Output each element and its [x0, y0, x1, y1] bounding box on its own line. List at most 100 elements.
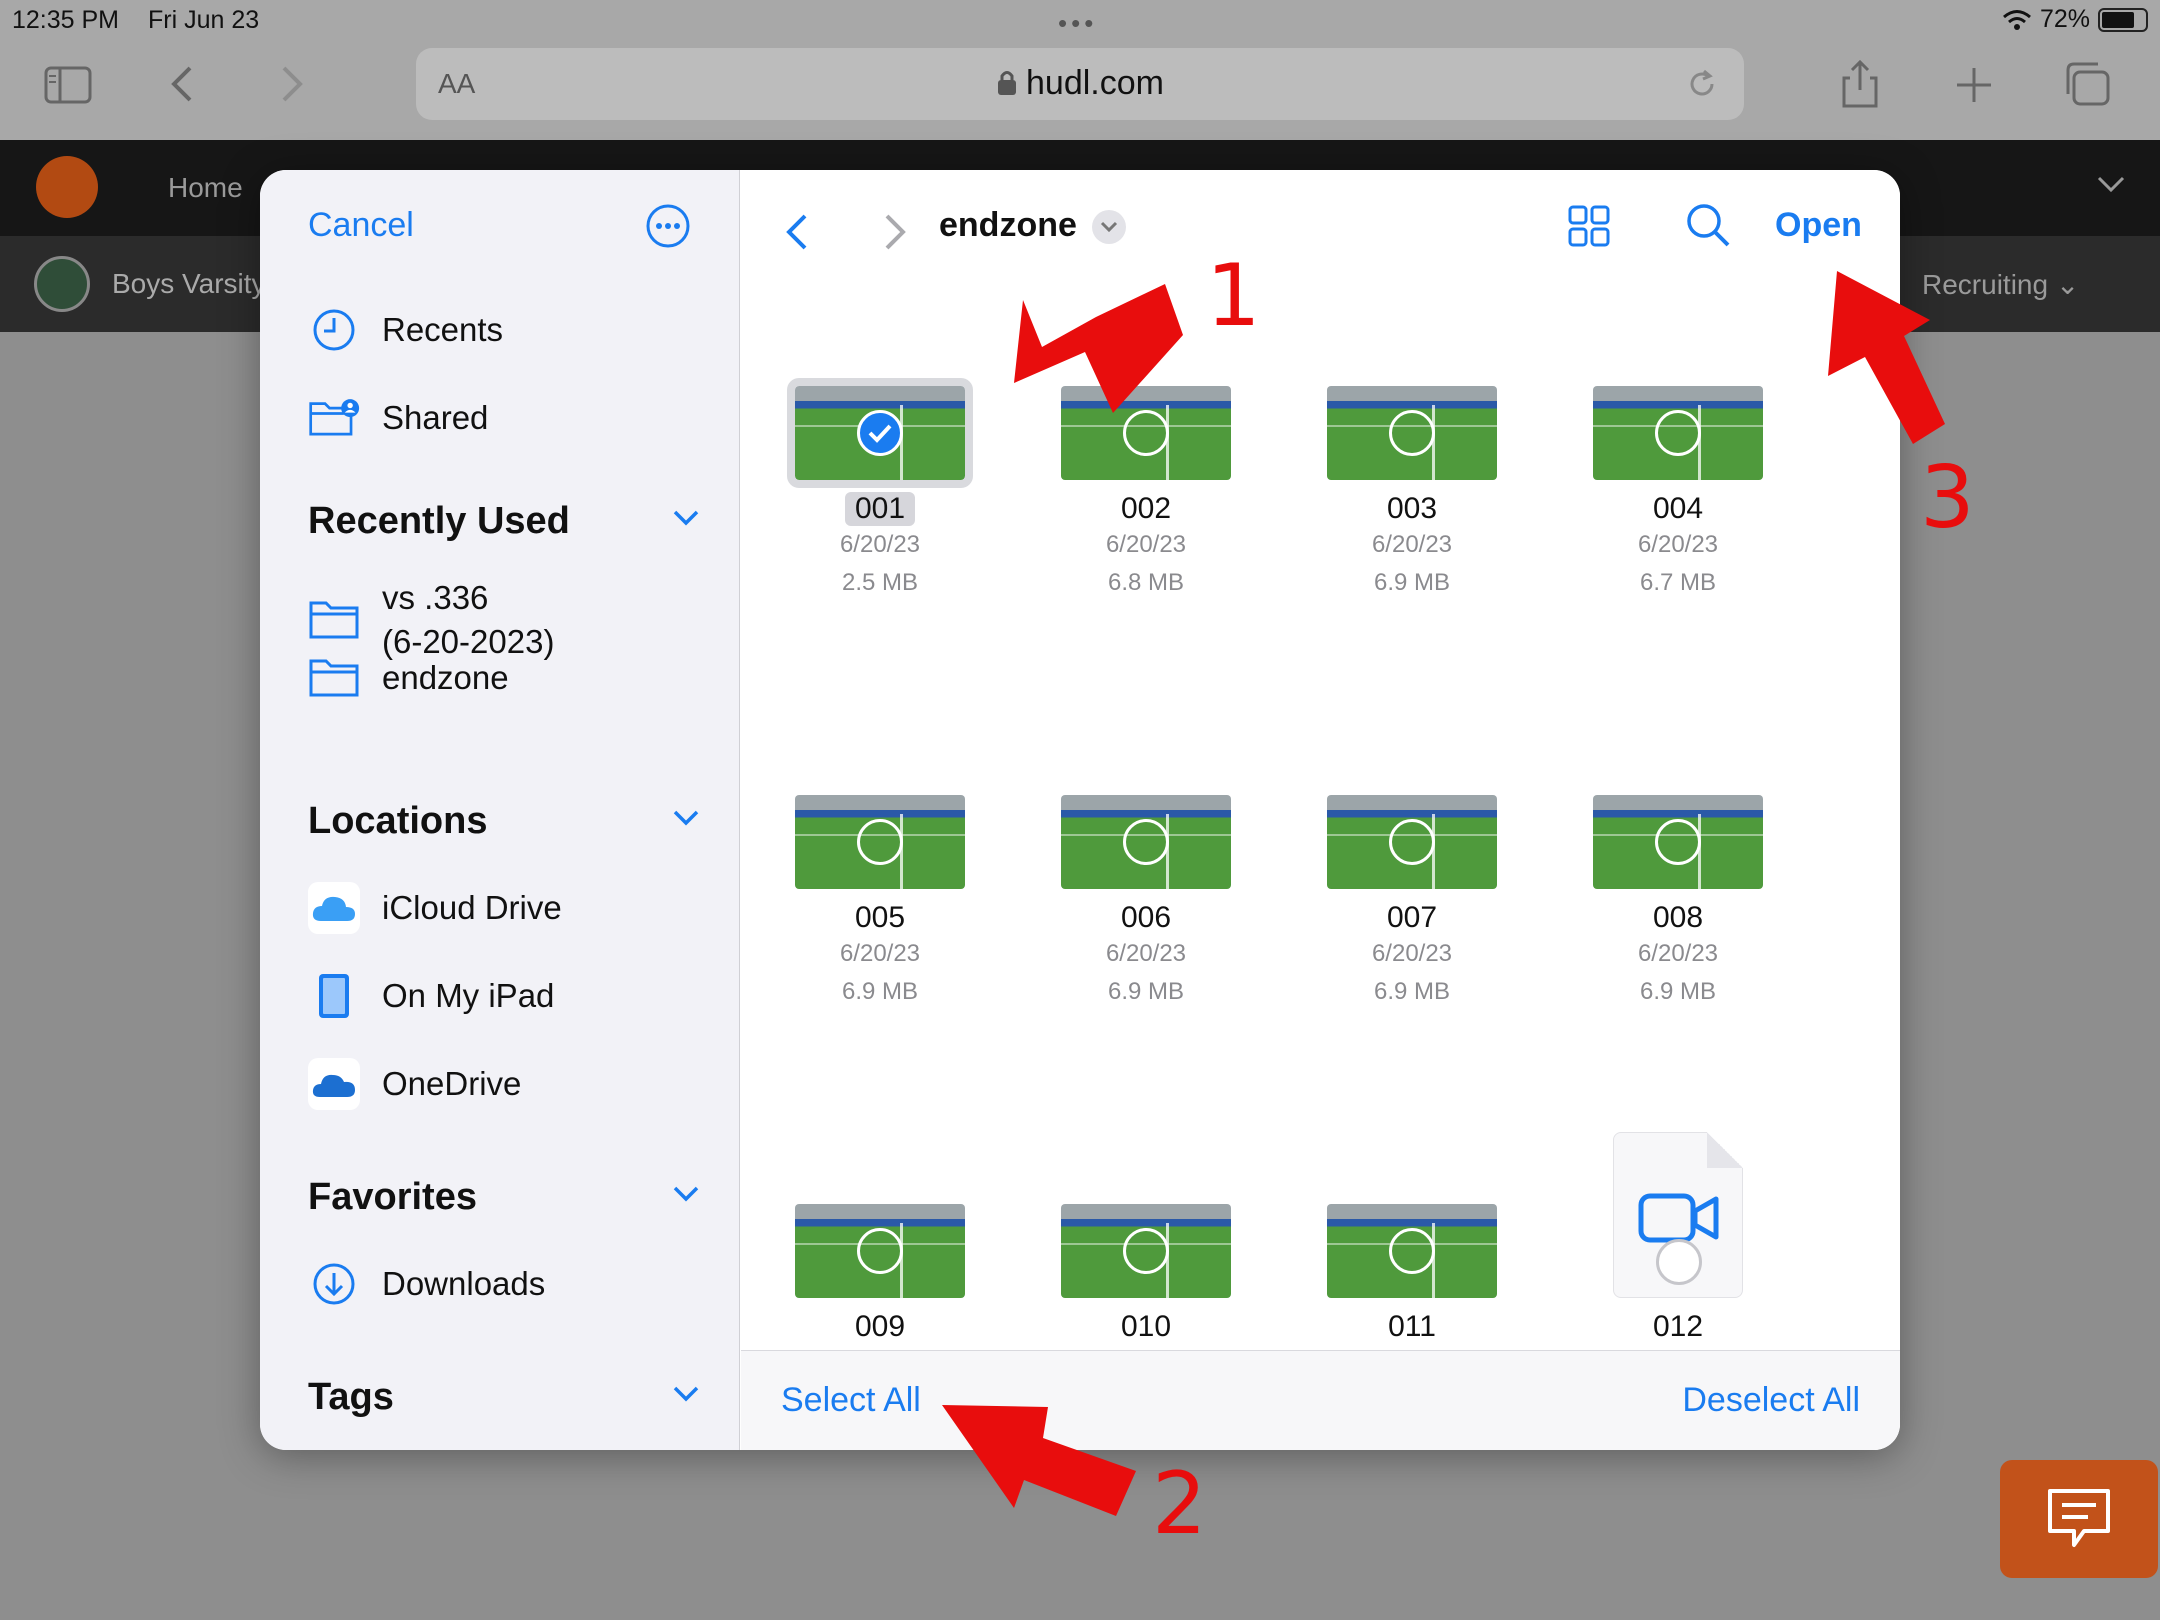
selection-checkbox[interactable] [1389, 410, 1435, 456]
back-icon[interactable] [779, 210, 815, 254]
sidebar-item-onedrive[interactable]: OneDrive [308, 1058, 521, 1110]
selection-checkbox[interactable] [1655, 410, 1701, 456]
search-icon[interactable] [1685, 202, 1731, 248]
file-item[interactable]: 007 6/20/23 6.9 MB [1302, 795, 1522, 1011]
sidebar-item-label: OneDrive [382, 1065, 522, 1102]
section-header-favorites[interactable]: Favorites [308, 1176, 700, 1219]
folder-menu-button[interactable] [1092, 210, 1126, 244]
file-name: 010 [1120, 1310, 1172, 1343]
sidebar-item-downloads[interactable]: Downloads [308, 1258, 545, 1310]
section-header-tags[interactable]: Tags [308, 1376, 700, 1419]
selection-checkbox[interactable] [1655, 819, 1701, 865]
back-icon[interactable] [156, 60, 212, 108]
team-name[interactable]: Boys Varsity [112, 268, 266, 300]
file-name: 011 [1388, 1310, 1436, 1343]
sidebar-item-vs-336[interactable]: vs .336 (6-20-2023) [308, 576, 554, 664]
file-item[interactable]: 003 6/20/23 6.9 MB [1302, 386, 1522, 602]
file-item[interactable]: 012 [1568, 1132, 1788, 1344]
chevron-down-icon[interactable] [2096, 174, 2126, 194]
address-bar[interactable]: AA hudl.com [416, 48, 1744, 120]
cancel-button[interactable]: Cancel [308, 206, 414, 245]
new-tab-icon[interactable] [1946, 60, 2002, 108]
file-item[interactable]: 002 6/20/23 6.8 MB [1036, 386, 1256, 602]
file-item[interactable]: 001 6/20/23 2.5 MB [770, 378, 990, 602]
select-all-button[interactable]: Select All [781, 1381, 921, 1420]
selection-checkbox[interactable] [857, 819, 903, 865]
status-date: Fri Jun 23 [147, 6, 260, 34]
file-size: 6.7 MB [1639, 569, 1717, 596]
file-item[interactable]: 004 6/20/23 6.7 MB [1568, 386, 1788, 602]
file-date: 6/20/23 [1637, 940, 1719, 967]
forward-icon[interactable] [877, 210, 913, 254]
chevron-down-icon[interactable] [672, 1184, 700, 1204]
selection-checkbox[interactable] [1123, 410, 1169, 456]
file-item[interactable]: 009 [770, 1204, 990, 1344]
sidebar-toggle-icon[interactable] [40, 60, 96, 108]
hudl-logo[interactable] [36, 156, 98, 218]
ipad-icon [308, 970, 360, 1022]
section-title: Recently Used [308, 500, 570, 542]
video-thumbnail [1593, 386, 1763, 480]
selection-checkbox[interactable] [857, 410, 903, 456]
recruiting-menu[interactable]: Recruiting ⌄ [1922, 268, 2079, 301]
download-icon [308, 1258, 360, 1310]
deselect-all-button[interactable]: Deselect All [1682, 1381, 1860, 1420]
file-size: 6.9 MB [841, 978, 919, 1005]
tabs-overview-icon[interactable] [2060, 60, 2116, 108]
shared-folder-icon [308, 392, 360, 444]
chat-button[interactable] [2000, 1460, 2158, 1578]
selection-checkbox[interactable] [1123, 819, 1169, 865]
video-thumbnail [1061, 795, 1231, 889]
more-options-icon[interactable] [644, 202, 692, 250]
safari-toolbar: 12:35 PM Fri Jun 23 ••• 72% AA hudl.com [0, 0, 2160, 140]
file-item[interactable]: 010 [1036, 1204, 1256, 1344]
selection-checkbox[interactable] [1389, 819, 1435, 865]
sidebar-item-shared[interactable]: Shared [308, 392, 488, 444]
open-button[interactable]: Open [1775, 206, 1862, 245]
section-header-locations[interactable]: Locations [308, 800, 700, 843]
file-date: 6/20/23 [1105, 531, 1187, 558]
forward-icon[interactable] [262, 60, 318, 108]
annotation-number-2: 2 [1152, 1454, 1207, 1554]
hudl-home-link[interactable]: Home [168, 172, 243, 204]
file-date: 6/20/23 [1371, 531, 1453, 558]
annotation-number-1: 1 [1206, 246, 1261, 346]
selection-checkbox[interactable] [1656, 1239, 1702, 1285]
sidebar-item-icloud-drive[interactable]: iCloud Drive [308, 882, 562, 934]
file-browser-pane: endzone Open 001 6/20/23 2.5 MB 002 6/20… [741, 170, 1900, 1450]
icloud-icon [308, 882, 360, 934]
file-item[interactable]: 008 6/20/23 6.9 MB [1568, 795, 1788, 1011]
sidebar-item-endzone[interactable]: endzone [308, 652, 509, 704]
file-picker-dialog: Cancel Recents Shared Recently Used vs .… [260, 170, 1900, 1450]
grid-view-icon[interactable] [1567, 204, 1611, 248]
file-item[interactable]: 005 6/20/23 6.9 MB [770, 795, 990, 1011]
url-host-text: hudl.com [1026, 64, 1164, 102]
section-header-recently-used[interactable]: Recently Used [308, 500, 700, 543]
chevron-down-icon[interactable] [672, 808, 700, 828]
video-thumbnail [1593, 795, 1763, 889]
file-date: 6/20/23 [1637, 531, 1719, 558]
sidebar-item-on-my-ipad[interactable]: On My iPad [308, 970, 554, 1022]
reload-icon[interactable] [1684, 66, 1720, 102]
file-item[interactable]: 006 6/20/23 6.9 MB [1036, 795, 1256, 1011]
battery-icon [2098, 7, 2148, 32]
video-thumbnail [1327, 386, 1497, 480]
multitasking-dots[interactable]: ••• [1058, 8, 1097, 39]
video-thumbnail [1061, 386, 1231, 480]
selection-checkbox[interactable] [1389, 1228, 1435, 1274]
wifi-icon [2002, 9, 2031, 30]
chevron-down-icon[interactable] [672, 1384, 700, 1404]
chevron-down-icon[interactable] [672, 508, 700, 528]
share-icon[interactable] [1832, 60, 1888, 108]
file-size: 2.5 MB [841, 569, 919, 596]
file-date: 6/20/23 [839, 940, 921, 967]
video-thumbnail [1061, 1204, 1231, 1298]
sidebar-item-label: endzone [382, 659, 509, 696]
file-name: 002 [1120, 492, 1172, 525]
file-size: 6.9 MB [1373, 978, 1451, 1005]
sidebar-item-recents[interactable]: Recents [308, 304, 503, 356]
selection-checkbox[interactable] [1123, 1228, 1169, 1274]
file-item[interactable]: 011 [1302, 1204, 1522, 1344]
selection-checkbox[interactable] [857, 1228, 903, 1274]
sidebar-item-label: vs .336 (6-20-2023) [382, 579, 555, 660]
